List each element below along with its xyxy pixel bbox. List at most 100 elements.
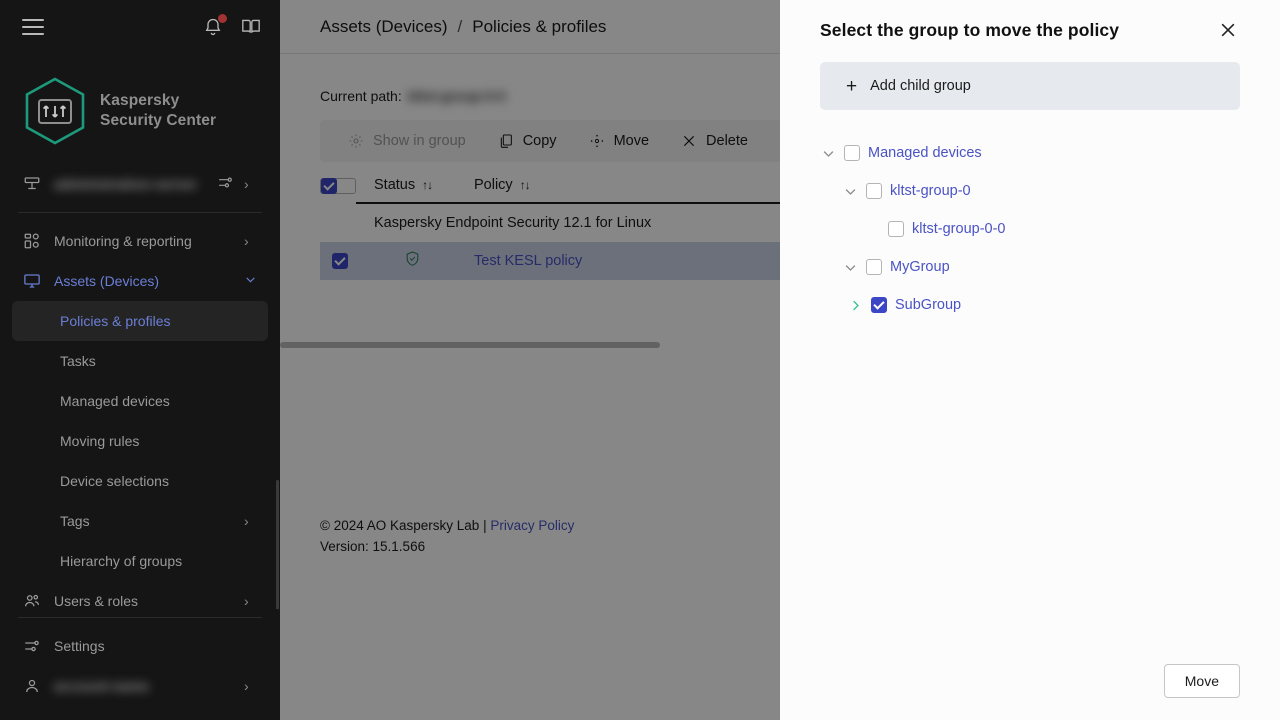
chevron-right-icon[interactable] bbox=[847, 297, 863, 313]
sidebar-item-users-roles[interactable]: Users & roles › bbox=[12, 581, 268, 609]
copy-button[interactable]: Copy bbox=[484, 120, 571, 162]
tree-node-checkbox[interactable] bbox=[888, 221, 904, 237]
sidebar-item-policies-profiles[interactable]: Policies & profiles bbox=[12, 301, 268, 341]
move-icon bbox=[589, 133, 605, 149]
dashboard-icon bbox=[22, 231, 42, 251]
close-icon[interactable] bbox=[1218, 20, 1240, 42]
sidebar-item-tasks[interactable]: Tasks bbox=[12, 341, 268, 381]
privacy-policy-link[interactable]: Privacy Policy bbox=[490, 518, 574, 533]
brand-text: Kaspersky Security Center bbox=[100, 91, 216, 131]
sidebar-item-label: Policies & profiles bbox=[60, 313, 258, 329]
tree-node-kltst-group-0-0[interactable]: kltst-group-0-0 bbox=[820, 210, 1240, 248]
panel-title: Select the group to move the policy bbox=[820, 20, 1119, 41]
move-policy-panel: Select the group to move the policy + Ad… bbox=[780, 0, 1280, 720]
chevron-down-icon[interactable] bbox=[820, 145, 836, 161]
select-all-checkbox[interactable] bbox=[320, 178, 356, 194]
column-label: Policy bbox=[474, 177, 513, 193]
hamburger-icon[interactable] bbox=[22, 19, 44, 35]
sidebar-item-tags[interactable]: Tags › bbox=[12, 501, 268, 541]
panel-header: Select the group to move the policy bbox=[820, 0, 1240, 42]
sidebar-item-label: Device selections bbox=[60, 473, 258, 489]
page-title: Policies & profiles bbox=[472, 17, 606, 37]
row-checkbox[interactable] bbox=[320, 253, 356, 269]
chevron-down-icon[interactable] bbox=[842, 183, 858, 199]
sliders-icon[interactable] bbox=[217, 174, 234, 194]
current-path-label: Current path: bbox=[320, 88, 402, 104]
copy-icon bbox=[498, 133, 514, 149]
book-icon[interactable] bbox=[240, 16, 262, 38]
sidebar-item-managed-devices[interactable]: Managed devices bbox=[12, 381, 268, 421]
sidebar-item-account[interactable]: account-name › bbox=[12, 666, 268, 706]
sliders-icon bbox=[22, 636, 42, 656]
sidebar-item-hierarchy-of-groups[interactable]: Hierarchy of groups bbox=[12, 541, 268, 581]
row-status bbox=[356, 250, 456, 272]
notification-badge bbox=[218, 14, 227, 23]
toolbar-label: Copy bbox=[523, 133, 557, 149]
chevron-right-icon: › bbox=[244, 593, 258, 609]
sidebar-item-label: Managed devices bbox=[60, 393, 258, 409]
sidebar: Kaspersky Security Center administration… bbox=[0, 0, 280, 720]
breadcrumb-separator: / bbox=[458, 17, 463, 37]
sidebar-item-settings[interactable]: Settings bbox=[12, 626, 268, 666]
sort-icon: ↑↓ bbox=[520, 178, 530, 192]
brand-logo: Kaspersky Security Center bbox=[0, 54, 280, 150]
move-button[interactable]: Move bbox=[575, 120, 663, 162]
tree-node-managed-devices[interactable]: Managed devices bbox=[820, 134, 1240, 172]
sidebar-item-label: Tags bbox=[60, 513, 232, 529]
add-child-group-button[interactable]: + Add child group bbox=[820, 62, 1240, 110]
chevron-right-icon: › bbox=[244, 233, 258, 249]
tree-node-checkbox[interactable] bbox=[871, 297, 887, 313]
toolbar-label: Move bbox=[614, 133, 649, 149]
sidebar-nav: administration-server › bbox=[0, 150, 280, 609]
column-header-status[interactable]: Status ↑↓ bbox=[356, 168, 456, 204]
sidebar-footer: Settings account-name › bbox=[0, 609, 280, 720]
sidebar-divider bbox=[18, 212, 262, 213]
move-confirm-button[interactable]: Move bbox=[1164, 664, 1240, 698]
user-icon bbox=[22, 676, 42, 696]
close-icon bbox=[681, 133, 697, 149]
sidebar-scrollbar[interactable] bbox=[276, 480, 279, 609]
tree-node-label: SubGroup bbox=[895, 297, 961, 313]
table-group-label: Kaspersky Endpoint Security 12.1 for Lin… bbox=[374, 215, 651, 231]
sidebar-item-monitoring[interactable]: Monitoring & reporting › bbox=[12, 221, 268, 261]
delete-button[interactable]: Delete bbox=[667, 120, 762, 162]
kaspersky-hexagon-logo bbox=[22, 76, 88, 146]
tree-node-label: Managed devices bbox=[868, 145, 982, 161]
sidebar-item-device-selections[interactable]: Device selections bbox=[12, 461, 268, 501]
chevron-down-icon[interactable] bbox=[842, 259, 858, 275]
tree-node-kltst-group-0[interactable]: kltst-group-0 bbox=[820, 172, 1240, 210]
tree-node-label: MyGroup bbox=[890, 259, 950, 275]
sidebar-item-assets[interactable]: Assets (Devices) bbox=[12, 261, 268, 301]
bell-icon[interactable] bbox=[202, 16, 224, 38]
chevron-right-icon: › bbox=[244, 678, 258, 694]
gear-icon bbox=[348, 133, 364, 149]
sidebar-item-moving-rules[interactable]: Moving rules bbox=[12, 421, 268, 461]
sidebar-item-label: Assets (Devices) bbox=[54, 273, 232, 289]
horizontal-scrollbar[interactable] bbox=[280, 342, 660, 348]
show-in-group-button[interactable]: Show in group bbox=[334, 120, 480, 162]
sidebar-item-label: Moving rules bbox=[60, 433, 258, 449]
tree-node-checkbox[interactable] bbox=[866, 259, 882, 275]
page-footer: © 2024 AO Kaspersky Lab | Privacy Policy… bbox=[320, 516, 574, 558]
sidebar-item-label: Monitoring & reporting bbox=[54, 233, 232, 249]
tree-node-mygroup[interactable]: MyGroup bbox=[820, 248, 1240, 286]
footer-separator: | bbox=[483, 518, 487, 533]
tree-node-checkbox[interactable] bbox=[866, 183, 882, 199]
tree-node-label: kltst-group-0-0 bbox=[912, 221, 1005, 237]
add-child-group-label: Add child group bbox=[870, 78, 971, 94]
tree-node-subgroup[interactable]: SubGroup bbox=[820, 286, 1240, 324]
chevron-right-icon: › bbox=[244, 513, 258, 529]
footer-line-1: © 2024 AO Kaspersky Lab | Privacy Policy bbox=[320, 516, 574, 537]
brand-line-1: Kaspersky bbox=[100, 91, 216, 111]
plus-icon: + bbox=[846, 77, 857, 96]
tree-node-checkbox[interactable] bbox=[844, 145, 860, 161]
checkbox bbox=[332, 253, 348, 269]
sidebar-item-label: Tasks bbox=[60, 353, 258, 369]
checkbox bbox=[321, 178, 337, 194]
copyright-text: © 2024 AO Kaspersky Lab bbox=[320, 518, 479, 533]
breadcrumb-parent[interactable]: Assets (Devices) bbox=[320, 17, 448, 37]
sidebar-item-label: Users & roles bbox=[54, 593, 232, 609]
sidebar-item-server[interactable]: administration-server › bbox=[12, 164, 268, 204]
shield-check-icon bbox=[404, 250, 421, 272]
users-icon bbox=[22, 591, 42, 609]
